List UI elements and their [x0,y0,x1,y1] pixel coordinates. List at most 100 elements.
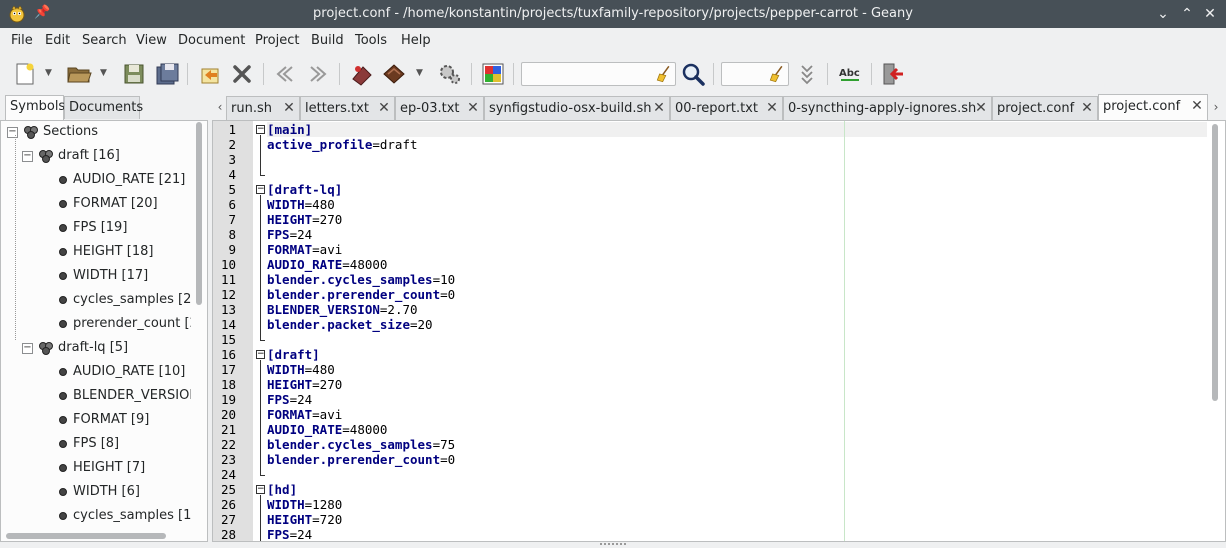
config-key: FPS [267,227,290,242]
config-value: =1280 [304,497,343,512]
close-tab-icon[interactable]: ✕ [377,101,391,115]
menu-view[interactable]: View [136,33,167,48]
tree-item[interactable]: HEIGHT [7] [1,457,191,481]
key-icon [59,392,67,400]
menu-edit[interactable]: Edit [45,33,70,48]
tree-item[interactable]: − draft [16] [1,145,191,169]
tree-item[interactable]: prerender_count [23] [1,313,191,337]
editor-tab[interactable]: ep-03.txt ✕ [395,96,484,120]
clear-goto-button[interactable] [768,63,788,85]
new-file-button[interactable] [12,61,38,87]
open-file-button[interactable] [66,61,92,87]
fold-toggle-icon[interactable]: − [256,485,265,494]
code-editor[interactable]: 1 [main] 2 active_profile=draft 3 4 5 [draft-lq… [212,120,1226,542]
sidebar-horizontal-scrollbar[interactable] [2,530,192,540]
chevron-down-icon[interactable]: ▼ [45,68,55,78]
tabs-scroll-right-icon[interactable]: › [1210,98,1222,116]
editor-tab-label: 0-syncthing-apply-ignores.sh [788,101,977,116]
collapse-icon[interactable]: − [7,127,18,138]
menu-tools[interactable]: Tools [355,33,387,48]
editor-tab[interactable]: 0-syncthing-apply-ignores.sh ✕ [783,96,992,120]
navigate-forward-button[interactable] [305,61,331,87]
save-button[interactable] [121,61,147,87]
resize-grip[interactable] [600,543,626,546]
minimize-icon[interactable]: ⌄ [1154,5,1172,23]
tree-item[interactable]: FPS [8] [1,433,191,457]
compile-button[interactable] [349,61,375,87]
search-icon [682,63,705,86]
tree-item[interactable]: FORMAT [9] [1,409,191,433]
menu-help[interactable]: Help [401,33,431,48]
tree-item[interactable]: − draft-lq [5] [1,337,191,361]
code-line: FORMAT=avi [267,407,342,422]
navigate-back-button[interactable] [272,61,298,87]
goto-line-button[interactable] [794,61,820,87]
execute-button[interactable] [437,61,463,87]
scroll-thumb[interactable] [196,122,202,305]
tree-item-label: FORMAT [20] [73,196,158,211]
tree-item[interactable]: WIDTH [6] [1,481,191,505]
config-key: FPS [267,392,290,407]
gears-icon [440,65,460,84]
scroll-thumb[interactable] [6,533,166,539]
config-key: FORMAT [267,242,313,257]
close-window-icon[interactable]: ✕ [1201,5,1219,23]
tab-documents[interactable]: Documents [64,96,143,119]
menu-file[interactable]: File [11,33,33,48]
find-button[interactable] [680,61,706,87]
code-line: [draft-lq] [267,182,342,197]
editor-tab[interactable]: synfigstudio-osx-build.sh ✕ [484,96,670,120]
tree-item[interactable]: FORMAT [20] [1,193,191,217]
close-tab-icon[interactable]: ✕ [282,101,296,115]
tree-item[interactable]: FPS [19] [1,217,191,241]
revert-button[interactable] [197,61,223,87]
collapse-icon[interactable]: − [22,151,33,162]
config-key: blender.prerender_count [267,287,441,302]
editor-tab[interactable]: letters.txt ✕ [300,96,395,120]
menu-document[interactable]: Document [178,33,245,48]
menu-build[interactable]: Build [311,33,344,48]
editor-tab[interactable]: run.sh ✕ [226,96,300,120]
sidebar-vertical-scrollbar[interactable] [194,122,204,527]
fold-toggle-icon[interactable]: − [256,185,265,194]
color-chooser-button[interactable] [480,61,506,87]
chevron-down-icon[interactable]: ▼ [416,68,426,78]
close-tab-icon[interactable]: ✕ [466,101,480,115]
tree-item[interactable]: BLENDER_VERSION [13] [1,385,191,409]
maximize-icon[interactable]: ⌃ [1178,5,1196,23]
build-button[interactable] [381,61,407,87]
close-tab-icon[interactable]: ✕ [1190,99,1204,113]
fold-toggle-icon[interactable]: − [256,350,265,359]
tree-item[interactable]: AUDIO_RATE [10] [1,361,191,385]
editor-tab[interactable]: 00-report.txt ✕ [670,96,783,120]
tree-item[interactable]: WIDTH [17] [1,265,191,289]
tree-item[interactable]: − Sections [1,121,191,145]
tab-symbols[interactable]: Symbols [5,95,65,120]
close-file-button[interactable] [229,61,255,87]
scroll-thumb[interactable] [1212,124,1218,401]
fold-toggle-icon[interactable]: − [256,125,265,134]
close-tab-icon[interactable]: ✕ [652,101,666,115]
broom-icon [769,65,783,83]
tree-item[interactable]: cycles_samples [22] [1,289,191,313]
close-tab-icon[interactable]: ✕ [1080,101,1094,115]
close-tab-icon[interactable]: ✕ [765,101,779,115]
menu-project[interactable]: Project [255,33,299,48]
line-number: 1 [228,122,236,137]
clear-search-button[interactable] [655,63,675,85]
save-all-button[interactable] [154,61,180,87]
tree-item[interactable]: HEIGHT [18] [1,241,191,265]
spell-check-button[interactable]: Abc [837,61,863,87]
tree-item[interactable]: AUDIO_RATE [21] [1,169,191,193]
close-tab-icon[interactable]: ✕ [974,101,988,115]
menu-search[interactable]: Search [82,33,127,48]
collapse-icon[interactable]: − [22,343,33,354]
line-number: 10 [220,257,236,272]
quit-button[interactable] [880,61,906,87]
search-input[interactable] [521,62,676,86]
editor-vertical-scrollbar[interactable] [1210,122,1220,527]
editor-tab[interactable]: project.conf ✕ [992,96,1098,120]
editor-tab-active[interactable]: project.conf ✕ [1098,94,1208,121]
tree-item[interactable]: cycles_samples [11] [1,505,191,529]
chevron-down-icon[interactable]: ▼ [100,68,110,78]
